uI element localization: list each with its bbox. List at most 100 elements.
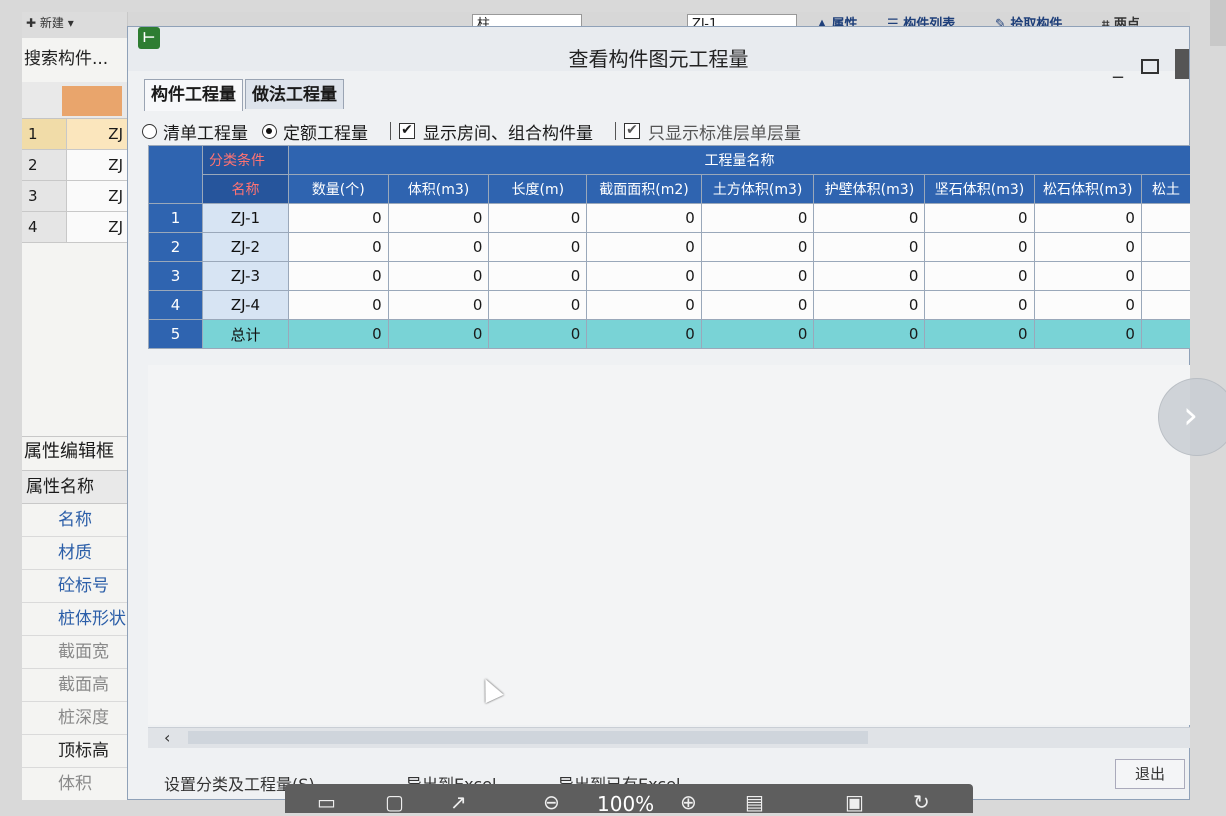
radio-on-icon — [262, 123, 277, 139]
property-item[interactable]: 顶标高 — [22, 735, 127, 768]
quantity-dialog: ⊢ 查看构件图元工程量 _ 构件工程量 做法工程量 清单工程量 定额工程量 ✔ 显… — [127, 26, 1190, 800]
cell-value: 0 — [700, 232, 815, 262]
dialog-titlebar: ⊢ 查看构件图元工程量 _ — [128, 27, 1189, 79]
cell-value: 0 — [1033, 261, 1142, 291]
grid-empty-area — [148, 365, 1190, 725]
exit-button[interactable]: 退出 — [1115, 759, 1185, 789]
cell-value: 0 — [287, 319, 389, 349]
zoom-out-icon[interactable]: ⊖ — [543, 792, 560, 812]
column-header[interactable]: 数量(个) — [287, 174, 389, 204]
cell-value: 0 — [1033, 319, 1142, 349]
left-panel: ✚ 新建 ▾ 搜索构件... 1 ZJ 2 ZJ 3 ZJ 4 ZJ 属性编辑框 属性名… — [22, 12, 131, 800]
property-item[interactable]: 砼标号 — [22, 570, 127, 603]
cell-value: 0 — [586, 319, 702, 349]
property-item[interactable]: 截面宽 — [22, 636, 127, 669]
property-item[interactable]: 桩深度 — [22, 702, 127, 735]
component-list-item[interactable]: 2 ZJ — [22, 150, 127, 181]
list-index: 3 — [22, 181, 67, 211]
tab-method-quantity[interactable]: 做法工程量 — [245, 79, 344, 109]
column-header[interactable]: 截面面积(m2) — [586, 174, 702, 204]
horizontal-scrollbar[interactable]: ‹ — [148, 727, 1190, 748]
zoom-in-icon[interactable]: ⊕ — [680, 792, 697, 812]
cell-value: 0 — [700, 290, 815, 320]
fit-window-icon[interactable]: ▣ — [845, 792, 864, 812]
zoom-level: 100% — [597, 792, 655, 816]
grid-corner — [148, 145, 204, 204]
component-list-header — [22, 82, 127, 119]
scrollbar-thumb[interactable] — [188, 731, 868, 744]
row-name: ZJ-1 — [202, 203, 289, 233]
column-header[interactable]: 长度(m) — [488, 174, 588, 204]
column-header[interactable]: 坚石体积(m3) — [924, 174, 1035, 204]
cell-value: 0 — [387, 232, 490, 262]
property-item[interactable]: 名称 — [22, 504, 127, 537]
table-row[interactable]: 4 ZJ-4 0 0 0 0 0 0 0 0 — [148, 290, 1190, 320]
row-name: 总计 — [202, 319, 289, 349]
column-header[interactable]: 体积(m3) — [387, 174, 490, 204]
viewer-toolbar: ▭ ▢ ↗ ⊖ 100% ⊕ ▤ ▣ ↻ — [285, 784, 973, 816]
search-component-input[interactable]: 搜索构件... — [22, 42, 129, 76]
property-item[interactable]: 材质 — [22, 537, 127, 570]
maximize-button[interactable] — [1141, 59, 1159, 74]
next-image-button[interactable]: › — [1158, 378, 1226, 456]
cell-value — [1140, 203, 1190, 233]
cell-value: 0 — [287, 261, 389, 291]
cell-value: 0 — [586, 203, 702, 233]
minimize-button[interactable]: _ — [1113, 56, 1123, 76]
new-label: 新建 — [39, 16, 64, 30]
row-name: ZJ-4 — [202, 290, 289, 320]
table-row[interactable]: 1 ZJ-1 0 0 0 0 0 0 0 0 — [148, 203, 1190, 233]
bill-quantity-radio[interactable]: 清单工程量 — [142, 119, 248, 144]
bill-quantity-label: 清单工程量 — [163, 123, 248, 144]
cell-value: 0 — [1033, 203, 1142, 233]
property-item[interactable]: 体积 — [22, 768, 127, 800]
actual-size-icon[interactable]: ▤ — [745, 792, 764, 812]
checkbox-checked-icon: ✔ — [399, 123, 415, 139]
column-header[interactable]: 护壁体积(m3) — [813, 174, 926, 204]
standard-floor-checkbox[interactable]: ✔ 只显示标准层单层量 — [624, 119, 801, 144]
column-header[interactable]: 松土 — [1140, 174, 1190, 204]
cell-value: 0 — [700, 261, 815, 291]
component-list-item[interactable]: 3 ZJ — [22, 181, 127, 212]
property-name-header: 属性名称 — [22, 470, 131, 504]
show-rooms-checkbox[interactable]: ✔ 显示房间、组合构件量 — [399, 119, 593, 144]
cell-value: 0 — [586, 261, 702, 291]
new-button[interactable]: ✚ 新建 ▾ — [22, 12, 127, 38]
rotate-icon[interactable]: ↻ — [913, 792, 930, 812]
cell-value: 0 — [700, 319, 815, 349]
total-row[interactable]: 5 总计 0 0 0 0 0 0 0 0 — [148, 319, 1190, 349]
cell-value: 0 — [488, 232, 588, 262]
viewer-corner — [1210, 0, 1226, 46]
cell-value: 0 — [488, 290, 588, 320]
cell-value: 0 — [387, 319, 490, 349]
show-rooms-label: 显示房间、组合构件量 — [423, 123, 593, 144]
new-icon: ✚ — [26, 16, 37, 30]
column-header[interactable]: 松石体积(m3) — [1033, 174, 1142, 204]
radio-off-icon — [142, 123, 157, 139]
tab-component-quantity[interactable]: 构件工程量 — [144, 79, 243, 111]
table-row[interactable]: 2 ZJ-2 0 0 0 0 0 0 0 0 — [148, 232, 1190, 262]
column-header[interactable]: 土方体积(m3) — [700, 174, 815, 204]
list-index: 2 — [22, 150, 67, 180]
divider — [615, 122, 616, 140]
table-row[interactable]: 3 ZJ-3 0 0 0 0 0 0 0 0 — [148, 261, 1190, 291]
crop-icon[interactable]: ▢ — [385, 792, 404, 812]
quota-quantity-radio[interactable]: 定额工程量 — [262, 119, 368, 144]
component-list-item[interactable]: 4 ZJ — [22, 212, 127, 243]
scroll-left-icon[interactable]: ‹ — [164, 728, 170, 748]
cell-value: 0 — [287, 232, 389, 262]
close-button[interactable] — [1175, 49, 1189, 79]
row-index: 5 — [148, 319, 204, 349]
property-item[interactable]: 桩体形状 — [22, 603, 127, 636]
property-item[interactable]: 截面高 — [22, 669, 127, 702]
cell-value: 0 — [813, 319, 926, 349]
cell-value: 0 — [586, 290, 702, 320]
save-icon[interactable]: ▭ — [317, 792, 336, 812]
row-name: ZJ-3 — [202, 261, 289, 291]
share-icon[interactable]: ↗ — [450, 792, 467, 812]
list-name: ZJ — [67, 212, 127, 242]
cell-value: 0 — [924, 261, 1035, 291]
cell-value: 0 — [924, 232, 1035, 262]
component-list-item[interactable]: 1 ZJ — [22, 119, 127, 150]
cell-value: 0 — [924, 319, 1035, 349]
